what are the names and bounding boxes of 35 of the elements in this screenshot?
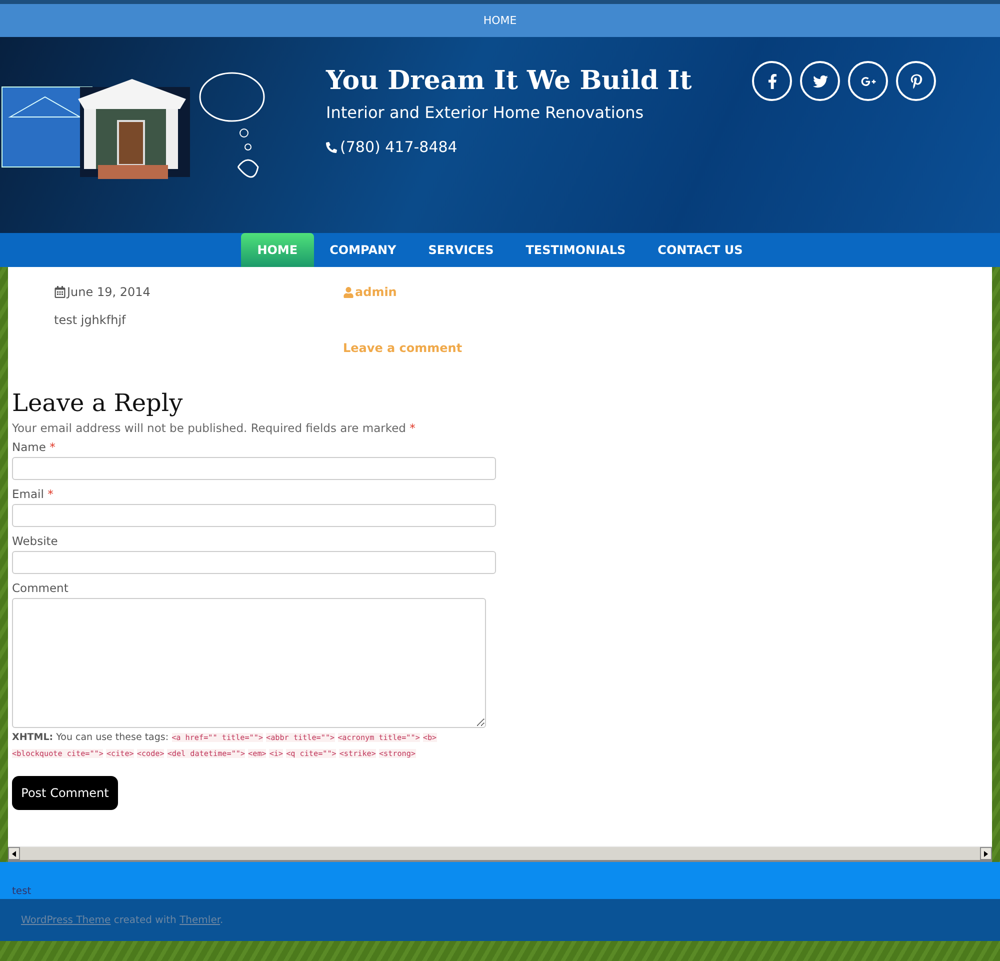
input-field[interactable] [12,457,496,480]
nav-item[interactable]: CONTACT US [642,233,759,267]
field-label: Email * [12,487,54,501]
site-title[interactable]: You Dream It We Build It [326,65,726,97]
tags-label: XHTML: [12,732,54,743]
pinterest-icon[interactable] [896,61,936,101]
nav-item[interactable]: SERVICES [412,233,510,267]
horizontal-scrollbar[interactable] [8,846,992,862]
phone-icon [326,142,337,152]
footer-text: test [12,886,32,897]
post-comment-button[interactable]: Post Comment [12,776,118,810]
nav-item[interactable]: TESTIMONIALS [510,233,642,267]
field-label: Website [12,534,58,548]
menu-link[interactable]: HOME [483,14,517,27]
field-label: Name * [12,440,56,454]
post-date: June 19, 2014 [67,285,150,299]
phone-number: (780) 417-8484 [340,138,458,156]
post-body: test jghkfhjf [54,313,127,327]
scroll-left-icon[interactable] [8,847,20,860]
reply-heading: Leave a Reply [12,389,184,417]
required-note: Your email address will not be published. Required fields are marked * [12,421,416,435]
twitter-icon[interactable] [800,61,840,101]
footer-credit: WordPress Theme created with Themler. [21,914,224,926]
nav-item[interactable]: COMPANY [314,233,412,267]
user-icon [343,286,354,298]
scroll-right-icon[interactable] [980,847,992,860]
input-field[interactable] [12,551,496,574]
facebook-icon[interactable] [752,61,792,101]
site-slogan: Interior and Exterior Home Renovations [326,103,645,122]
googleplus-icon[interactable] [848,61,888,101]
calendar-icon [54,286,66,298]
tags-intro: You can use these tags: [56,732,169,743]
input-field[interactable] [12,504,496,527]
field-label: Comment [12,581,68,595]
comment-field[interactable] [12,598,486,728]
